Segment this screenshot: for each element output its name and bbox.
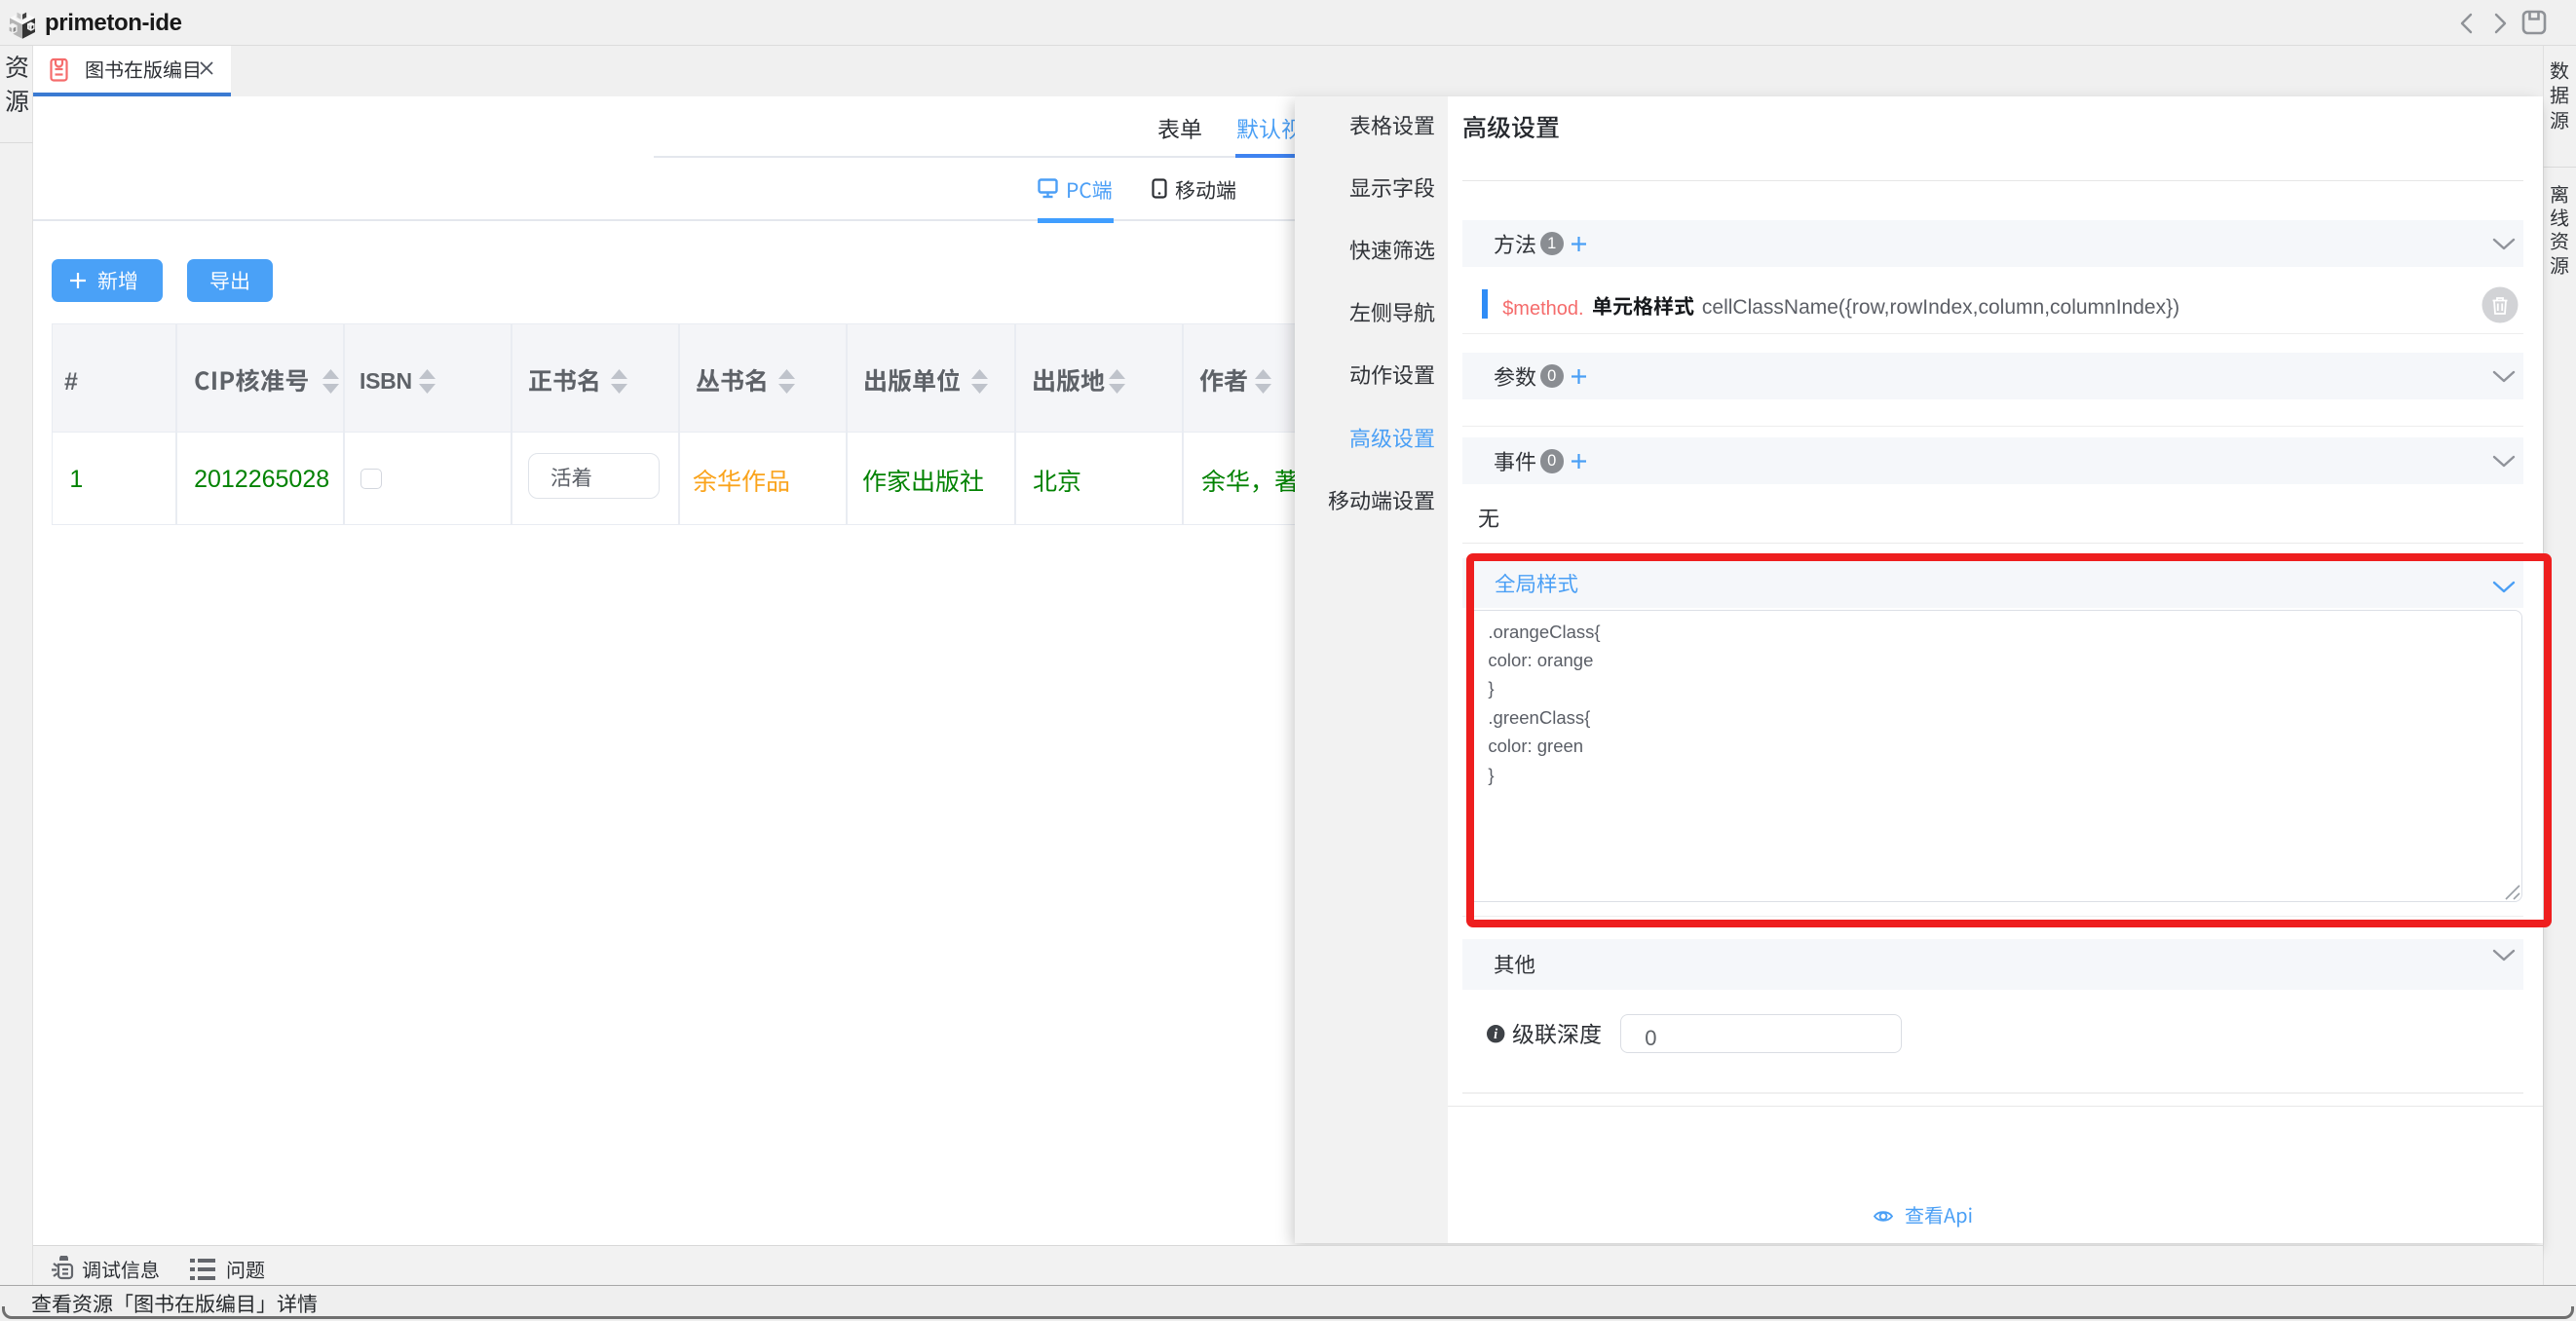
svg-text:i: i (1494, 1027, 1497, 1042)
